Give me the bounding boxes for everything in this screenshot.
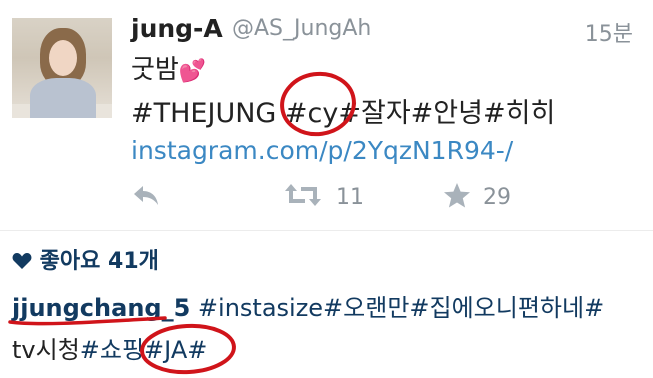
star-icon[interactable] bbox=[443, 182, 471, 216]
caption-username[interactable]: jjungchang_5 bbox=[12, 294, 190, 322]
user-handle[interactable]: @AS_JungAh bbox=[232, 16, 371, 41]
tweet-actions: 11 29 bbox=[131, 178, 631, 218]
heart-icon bbox=[12, 249, 40, 274]
caption-line-1: jjungchang_5 #instasize#오랜만#집에오니편하네# bbox=[12, 288, 604, 323]
caption-plain-text: tv시청 bbox=[12, 336, 80, 364]
caption-hashtags[interactable]: #instasize#오랜만#집에오니편하네# bbox=[190, 294, 604, 322]
hashtag-cy[interactable]: #cy bbox=[285, 98, 338, 129]
display-name[interactable]: jung-A bbox=[131, 14, 223, 43]
hashtag-jalja[interactable]: 잘자 bbox=[361, 98, 411, 129]
reply-icon[interactable] bbox=[131, 182, 161, 215]
tweet-hashtags: #THEJUNG #cy#잘자#안녕#히히 bbox=[131, 91, 555, 130]
hashtag-thejung[interactable]: #THEJUNG bbox=[131, 98, 285, 129]
instagram-link[interactable]: instagram.com/p/2YqzN1R94-/ bbox=[131, 136, 513, 165]
likes-row[interactable]: 좋아요 41개 bbox=[12, 243, 159, 275]
hashtag-hihi[interactable]: #히히 bbox=[483, 98, 555, 129]
hashtag-annyeong[interactable]: #안녕 bbox=[411, 98, 483, 129]
caption-line-2: tv시청#쇼핑#JA# bbox=[12, 330, 207, 365]
likes-count: 좋아요 41개 bbox=[39, 249, 159, 274]
favorite-count: 29 bbox=[483, 185, 511, 210]
divider bbox=[0, 230, 653, 231]
tweet-text: 굿밤💕 bbox=[131, 52, 206, 90]
avatar[interactable] bbox=[12, 18, 112, 118]
tweet-timestamp: 15분 bbox=[584, 22, 633, 47]
heart-emoji-icon: 💕 bbox=[178, 59, 207, 84]
retweet-count: 11 bbox=[336, 185, 364, 210]
tweet-card: jung-A @AS_JungAh 15분 굿밤💕 #THEJUNG #cy#잘… bbox=[0, 0, 653, 230]
caption-hashtags-2[interactable]: #쇼핑#JA# bbox=[80, 336, 208, 364]
tweet-text-main: 굿밤 bbox=[131, 55, 179, 85]
hashtag-separator: # bbox=[338, 98, 361, 129]
retweet-icon[interactable] bbox=[285, 182, 321, 215]
bottom-fade bbox=[0, 362, 653, 378]
